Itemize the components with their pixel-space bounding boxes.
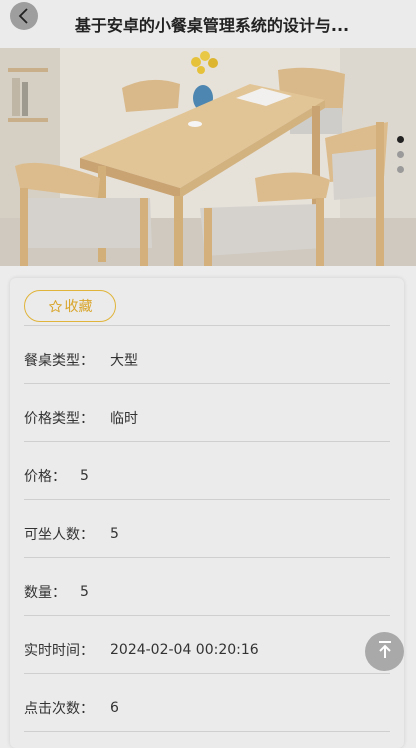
field-value: 大型 (110, 353, 138, 369)
divider (24, 499, 390, 500)
field-label: 实时时间： (24, 643, 94, 659)
field-value: 5 (80, 584, 89, 600)
star-outline-icon (48, 299, 63, 314)
favorite-button[interactable]: 收藏 (24, 290, 116, 322)
divider (24, 383, 390, 384)
carousel-dot[interactable] (397, 151, 404, 158)
divider (24, 615, 390, 616)
field-row-clicks: 点击次数： 6 (24, 697, 390, 719)
field-row-price-type: 价格类型： 临时 (24, 407, 390, 429)
app-header: 基于安卓的小餐桌管理系统的设计与... (0, 0, 416, 48)
field-value: 5 (110, 526, 119, 542)
divider (24, 673, 390, 674)
field-label: 价格： (24, 469, 66, 485)
back-button[interactable] (10, 2, 38, 30)
favorite-label: 收藏 (64, 299, 93, 315)
arrow-up-to-top-icon (376, 640, 394, 664)
carousel-dot[interactable] (397, 136, 404, 143)
detail-card: 收藏 餐桌类型： 大型 价格类型： 临时 价格： 5 可坐人数： 5 数量： 5… (10, 278, 404, 748)
field-label: 数量： (24, 585, 66, 601)
divider (24, 441, 390, 442)
field-row-table-type: 餐桌类型： 大型 (24, 349, 390, 371)
field-value: 2024-02-04 00:20:16 (110, 642, 259, 658)
field-label: 餐桌类型： (24, 353, 94, 369)
carousel-dot[interactable] (397, 166, 404, 173)
divider (24, 557, 390, 558)
field-row-quantity: 数量： 5 (24, 581, 390, 603)
field-label: 可坐人数： (24, 527, 94, 543)
divider (24, 731, 390, 732)
field-value: 临时 (110, 411, 138, 427)
field-label: 点击次数： (24, 701, 94, 717)
dining-table-photo (0, 48, 416, 266)
field-label: 价格类型： (24, 411, 94, 427)
chevron-left-icon (17, 7, 31, 25)
field-value: 6 (110, 700, 119, 716)
field-row-seats: 可坐人数： 5 (24, 523, 390, 545)
page-title: 基于安卓的小餐桌管理系统的设计与... (74, 16, 350, 35)
carousel-indicators (397, 136, 404, 173)
field-value: 5 (80, 468, 89, 484)
divider (24, 325, 390, 326)
field-row-price: 价格： 5 (24, 465, 390, 487)
image-carousel[interactable] (0, 48, 416, 266)
field-row-realtime: 实时时间： 2024-02-04 00:20:16 (24, 639, 390, 661)
back-to-top-button[interactable] (365, 632, 404, 671)
